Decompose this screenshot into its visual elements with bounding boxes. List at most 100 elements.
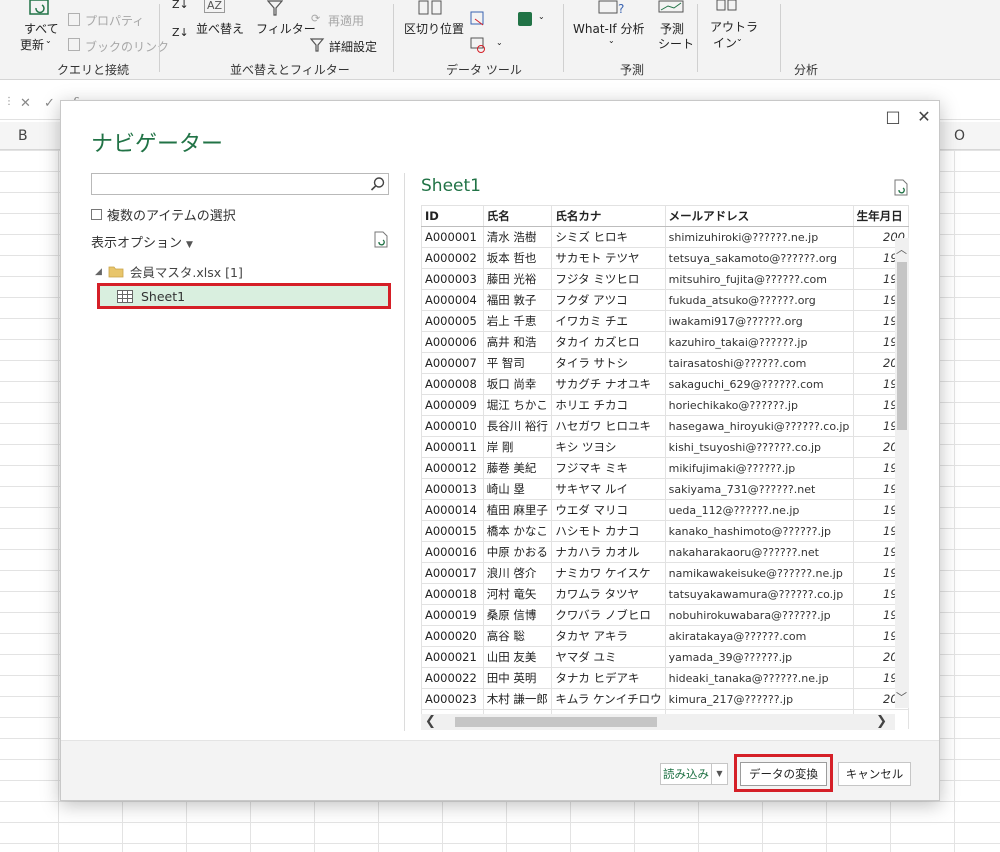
excel-ribbon: すべて 更新 ⌄ プロパティ ブックのリンク クエリと接続 Z↓ Z↓ AZ 並… [0,0,1000,80]
refresh-all-button[interactable]: すべて [24,20,59,37]
table-cell: nobuhirokuwabara@??????.jp [664,604,854,626]
display-options-label: 表示オプション [91,236,183,251]
table-cell: A000019 [421,604,484,626]
close-button[interactable]: ✕ [914,107,934,127]
reapply-icon: ⟳ [311,12,321,25]
horizontal-scrollbar[interactable]: ❮ ❯ [421,714,895,730]
table-cell: サカモト テツヤ [551,247,666,269]
select-multiple-checkbox[interactable] [91,209,102,220]
table-cell: タカヤ アキラ [551,625,666,647]
expand-triangle-icon[interactable]: ◢ [95,267,102,277]
table-cell: ハシモト カナコ [551,520,666,542]
table-cell: A000018 [421,583,484,605]
outline-button[interactable]: アウトラ [710,18,758,35]
table-icon [117,289,133,303]
sort-za-icon[interactable]: Z↓ [172,26,189,39]
table-cell: A000022 [421,667,484,689]
tree-item-sheet1[interactable]: Sheet1 [97,283,391,309]
table-row: A000017 浪川 啓介 ナミカワ ケイスケ namikawakeisuke@???… [421,562,909,584]
table-row: A000021山田 友美ヤマダ ユミyamada_39@??????.jp200 [421,646,909,668]
table-row: A000005 岩上 千恵 イワカミ チエ iwakami917@??????.org… [421,310,909,332]
remove-duplicates-icon[interactable] [470,11,486,27]
advanced-button[interactable]: 詳細設定 [329,38,377,55]
properties-button[interactable]: プロパティ [85,12,144,29]
book-links-button[interactable]: ブックのリンク [85,38,169,55]
table-cell: 岸 剛 [482,436,553,458]
column-header[interactable]: メールアドレス [664,205,854,227]
chevron-down-icon[interactable]: ⌄ [608,36,615,45]
tree-item-workbook[interactable]: ◢ 会員マスタ.xlsx [1] [95,262,243,281]
table-cell: ueda_112@??????.ne.jp [664,499,854,521]
reapply-button[interactable]: 再適用 [328,12,364,29]
scroll-up-icon[interactable]: ︿ [896,241,907,257]
sort-dialog-icon: AZ [204,0,226,13]
table-cell: 藤巻 美紀 [482,457,553,479]
search-input[interactable] [92,175,362,195]
select-multiple-label: 複数のアイテムの選択 [107,209,236,224]
table-cell: ヤマダ ユミ [551,646,666,668]
cancel-button[interactable]: キャンセル [838,762,911,786]
load-button[interactable]: 読み込み ▼ [660,763,728,785]
search-icon[interactable] [370,176,386,192]
table-cell: ナカハラ カオル [551,541,666,563]
sheet-name: Sheet1 [141,288,186,304]
transform-data-button[interactable]: データの変換 [740,762,827,786]
cancel-formula-icon[interactable]: ✕ [20,96,31,111]
table-cell: キムラ ケンイチロウ [551,688,666,710]
scroll-down-icon[interactable]: ﹀ [896,689,907,705]
sort-button[interactable]: 並べ替え [196,20,244,37]
group-label-analysis: 分析 [794,63,819,77]
data-validation-icon[interactable] [470,37,486,53]
table-row: A000001 清水 浩樹 シミズ ヒロキ shimizuhiroki@??????.… [421,226,909,248]
column-header[interactable]: 生年月日 [852,205,909,227]
filter-button[interactable]: フィルター [256,20,316,37]
table-row: A000003 藤田 光裕 フジタ ミツヒロ mitsuhiro_fujita@???… [421,268,909,290]
refresh-preview-icon[interactable] [893,179,909,196]
table-cell: yamada_39@??????.jp [664,646,854,668]
data-model-icon[interactable] [518,12,532,26]
whatif-button[interactable]: What-If 分析 [573,20,644,37]
refresh-all-label[interactable]: 更新 [20,36,44,53]
scroll-left-icon[interactable]: ❮ [425,714,436,729]
group-label-forecast: 予測 [620,63,645,77]
vertical-scroll-thumb[interactable] [897,262,907,430]
table-cell: mitsuhiro_fujita@??????.com [664,268,854,290]
table-cell: 坂本 哲也 [482,247,553,269]
column-header[interactable]: 氏名 [482,205,553,227]
chevron-down-icon[interactable]: ⌄ [45,36,52,45]
column-header-o[interactable]: O [954,128,965,144]
table-cell: A000001 [421,226,484,248]
table-cell: A000014 [421,499,484,521]
sort-az-icon[interactable]: Z↓ [172,0,189,11]
table-row: A000018 河村 竜矢 カワムラ タツヤ tatsuyakawamura@????… [421,583,909,605]
display-options-dropdown[interactable]: 表示オプション ▼ [91,232,193,251]
column-header[interactable]: ID [421,205,484,227]
refresh-icon[interactable] [373,231,389,248]
column-header-b[interactable]: B [18,128,28,144]
maximize-button[interactable]: □ [883,107,903,127]
outline-icon [716,0,737,11]
load-dropdown-caret-icon[interactable]: ▼ [711,764,727,784]
table-cell: A000012 [421,457,484,479]
select-multiple-option[interactable]: 複数のアイテムの選択 [91,205,236,224]
table-row: A000016 中原 かおる ナカハラ カオル nakaharakaoru@?????… [421,541,909,563]
column-header[interactable]: 氏名カナ [551,205,666,227]
text-to-columns-button[interactable]: 区切り位置 [404,20,464,37]
refresh-all-icon [29,0,49,15]
table-cell: tatsuyakawamura@??????.co.jp [664,583,854,605]
table-cell: kanako_hashimoto@??????.jp [664,520,854,542]
chevron-down-icon[interactable]: ⌄ [538,12,545,21]
table-cell: 山田 友美 [482,646,553,668]
chevron-down-icon[interactable]: ⌄ [736,34,743,43]
scroll-right-icon[interactable]: ❯ [876,714,887,729]
confirm-formula-icon[interactable]: ✓ [44,96,55,111]
preview-title: Sheet1 [421,176,481,196]
load-button-label[interactable]: 読み込み [661,766,711,782]
table-cell: namikawakeisuke@??????.ne.jp [664,562,854,584]
chevron-down-icon[interactable]: ⌄ [496,38,503,47]
navigator-dialog: ナビゲーター □ ✕ 複数のアイテムの選択 表示オプション ▼ ◢ 会員マスタ.x… [60,100,940,801]
horizontal-scroll-thumb[interactable] [455,717,657,727]
group-divider [563,4,564,72]
vertical-scrollbar[interactable]: ︿ ﹀ [895,238,909,708]
pane-divider[interactable] [404,173,405,731]
